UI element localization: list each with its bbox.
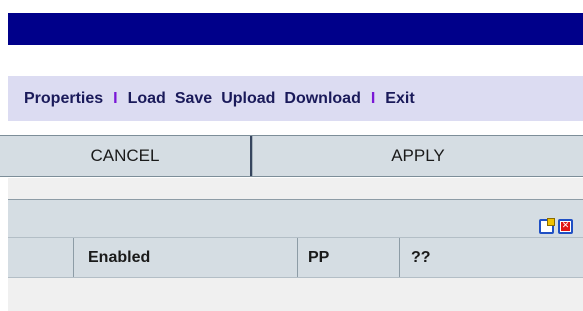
menu-load[interactable]: Load (128, 90, 166, 108)
menu-bar: Properties I Load Save Upload Download I… (8, 76, 583, 121)
menu-download[interactable]: Download (284, 90, 360, 108)
menu-separator: I (113, 89, 118, 107)
menu-upload[interactable]: Upload (221, 90, 275, 108)
column-header-unknown[interactable]: ?? (400, 238, 583, 277)
action-button-row: CANCEL APPLY (0, 135, 583, 177)
column-header-enabled[interactable]: Enabled (74, 238, 298, 277)
column-header-pp[interactable]: PP (298, 238, 400, 277)
title-bar (8, 13, 583, 45)
spacer (8, 178, 583, 199)
apply-button[interactable]: APPLY (252, 136, 583, 176)
cancel-button[interactable]: CANCEL (0, 136, 252, 176)
table-toolbar: ✕ (8, 199, 583, 237)
menu-save[interactable]: Save (175, 90, 212, 108)
menu-properties[interactable]: Properties (24, 90, 103, 108)
close-glyph: ✕ (561, 221, 570, 231)
column-header-select[interactable] (8, 238, 74, 277)
menu-separator: I (370, 89, 376, 107)
table-header: Enabled PP ?? (8, 237, 583, 278)
menu-exit[interactable]: Exit (385, 90, 414, 108)
edit-icon[interactable] (539, 218, 555, 234)
table-body (8, 278, 583, 311)
close-icon[interactable]: ✕ (558, 219, 573, 234)
